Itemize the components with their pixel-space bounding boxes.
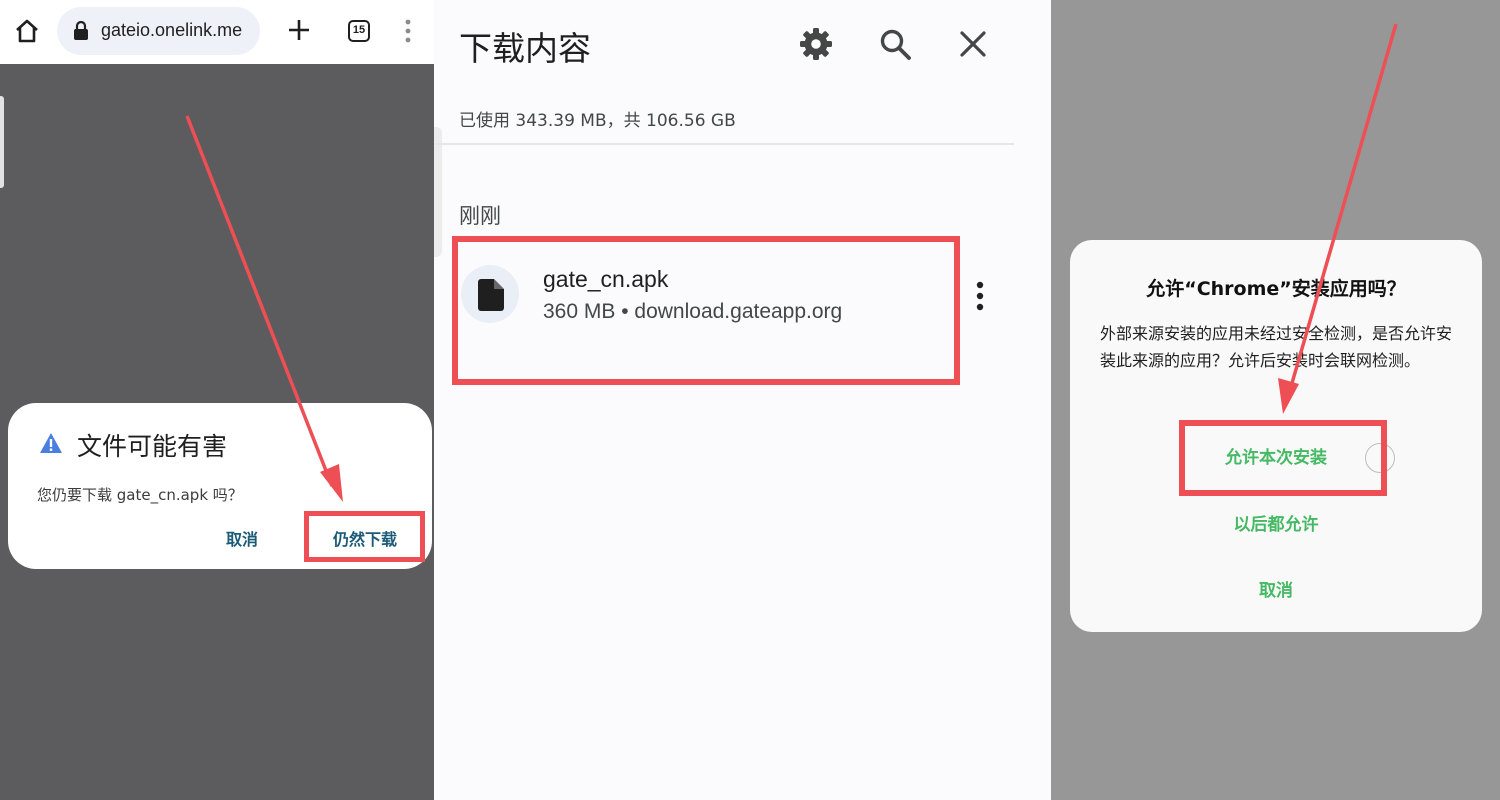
cancel-button[interactable]: 取消: [226, 526, 258, 550]
close-icon[interactable]: [955, 26, 991, 62]
dialog-message: 外部来源安装的应用未经过安全检测，是否允许安装此来源的应用？允许后安装时会联网检…: [1100, 324, 1453, 370]
home-icon[interactable]: [14, 18, 40, 44]
browser-panel: gateio.onelink.me 15 文件可能有害 您仍要下载 gate_c…: [0, 0, 434, 800]
page-edge: [434, 127, 442, 257]
search-icon[interactable]: [877, 26, 913, 62]
gear-icon[interactable]: [798, 26, 834, 62]
highlight-box: [452, 236, 960, 385]
browser-toolbar: gateio.onelink.me 15: [0, 0, 434, 64]
tab-switcher-button[interactable]: 15: [348, 20, 370, 42]
highlight-box: [1179, 420, 1387, 496]
divider: [434, 143, 1014, 145]
page-title: 下载内容: [459, 29, 591, 68]
install-permission-panel: 允许“Chrome”安装应用吗？ 外部来源安装的应用未经过安全检测，是否允许安装…: [1051, 0, 1500, 800]
section-header: 刚刚: [459, 204, 501, 228]
lock-icon: [74, 21, 88, 40]
url-text: gateio.onelink.me: [101, 20, 243, 40]
cancel-button[interactable]: 取消: [1070, 576, 1482, 601]
allow-always-button[interactable]: 以后都允许: [1070, 510, 1482, 535]
more-vert-icon[interactable]: [972, 280, 988, 312]
highlight-box: [304, 511, 425, 562]
warning-icon: [40, 433, 62, 453]
new-tab-icon[interactable]: [286, 17, 312, 43]
dialog-title: 文件可能有害: [77, 432, 228, 461]
more-vert-icon[interactable]: [402, 18, 414, 44]
page-edge: [0, 96, 4, 188]
dialog-title: 允许“Chrome”安装应用吗？: [1146, 278, 1406, 300]
storage-usage: 已使用 343.39 MB，共 106.56 GB: [459, 111, 736, 131]
dialog-message: 您仍要下载 gate_cn.apk 吗？: [37, 486, 243, 504]
address-bar[interactable]: gateio.onelink.me: [57, 7, 260, 55]
downloads-panel: 下载内容 已使用 343.39 MB，共 106.56 GB 刚刚 gate_c…: [434, 0, 1051, 800]
